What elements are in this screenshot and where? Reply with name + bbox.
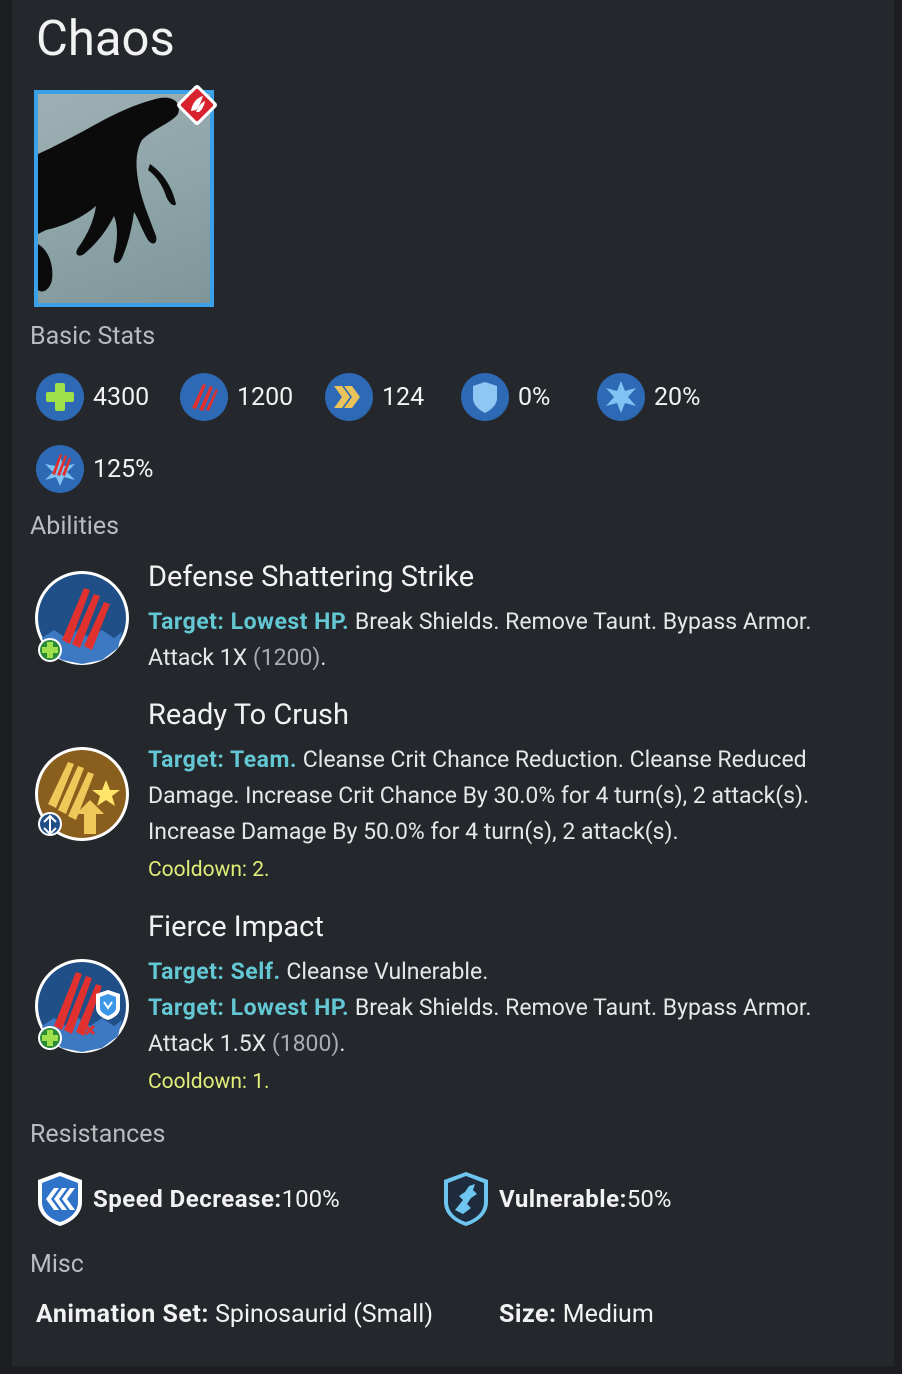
- resistance-value: 100%: [281, 1185, 340, 1213]
- stat-crit-chance: 20%: [596, 371, 700, 423]
- ability-line: Target: Self. Cleanse Vulnerable.: [148, 954, 868, 990]
- stat-speed-value: 124: [382, 382, 425, 412]
- size-value: Medium: [556, 1300, 654, 1329]
- stat-armor-value: 0%: [518, 382, 551, 412]
- creature-title: Chaos: [36, 10, 175, 67]
- resistance-label: Vulnerable:: [499, 1185, 627, 1213]
- ability-description: Target: Lowest HP. Break Shields. Remove…: [148, 604, 868, 676]
- ability-description: Target: Self. Cleanse Vulnerable. Target…: [148, 954, 868, 1062]
- resistance-label: Speed Decrease:: [93, 1185, 282, 1213]
- speed-icon: [325, 373, 373, 421]
- bottom-edge: [0, 1366, 902, 1374]
- animation-set-value: Spinosaurid (Small): [208, 1300, 434, 1329]
- basic-stats-heading: Basic Stats: [30, 322, 156, 351]
- size-label: Size:: [499, 1300, 557, 1329]
- resistance-speed-decrease: Speed Decrease: 100%: [35, 1170, 340, 1228]
- ability-effect-end: .: [339, 1030, 346, 1057]
- armor-icon: [461, 373, 509, 421]
- stat-crit-chance-value: 20%: [654, 382, 701, 412]
- stat-damage: 1200: [179, 371, 293, 423]
- ability-line: Target: Lowest HP. Break Shields. Remove…: [148, 990, 868, 1062]
- misc-heading: Misc: [30, 1250, 84, 1279]
- ability-cooldown: Cooldown: 2.: [148, 858, 270, 882]
- ability-name: Fierce Impact: [148, 910, 324, 944]
- damage-icon: [180, 373, 228, 421]
- stat-health-value: 4300: [93, 382, 150, 412]
- fierce-impact-icon[interactable]: [32, 956, 132, 1056]
- resistances-heading: Resistances: [30, 1120, 166, 1149]
- ability-target: Target: Lowest HP.: [148, 994, 350, 1021]
- ability-description: Target: Team. Cleanse Crit Chance Reduct…: [148, 742, 868, 850]
- ability-name: Defense Shattering Strike: [148, 560, 475, 594]
- ability-effect-text: Cleanse Vulnerable.: [280, 958, 489, 985]
- stat-crit-damage: 125%: [35, 443, 153, 495]
- stat-speed: 124: [324, 371, 424, 423]
- defense-shattering-strike-icon[interactable]: [32, 568, 132, 668]
- resistance-vulnerable: Vulnerable: 50%: [441, 1170, 671, 1228]
- stat-armor: 0%: [460, 371, 550, 423]
- crit-chance-icon: [597, 373, 645, 421]
- ability-damage-value: (1800): [271, 1030, 340, 1057]
- resistance-value: 50%: [626, 1185, 672, 1213]
- ability-name: Ready To Crush: [148, 698, 349, 732]
- stat-crit-damage-value: 125%: [93, 454, 154, 484]
- stat-damage-value: 1200: [237, 382, 294, 412]
- speed-decrease-shield-icon: [38, 1172, 82, 1226]
- ability-target: Target: Team.: [148, 746, 298, 773]
- animation-set-label: Animation Set:: [36, 1300, 209, 1329]
- ready-to-crush-icon[interactable]: [32, 744, 132, 844]
- ability-effect-end: .: [320, 644, 327, 671]
- stat-health: 4300: [35, 371, 149, 423]
- crit-damage-icon: [36, 445, 84, 493]
- ability-damage-value: (1200): [252, 644, 321, 671]
- ability-target: Target: Lowest HP.: [148, 608, 350, 635]
- ability-target: Target: Self.: [148, 958, 281, 985]
- rarity-badge-icon: [177, 85, 217, 125]
- vulnerable-shield-icon: [444, 1172, 488, 1226]
- animation-set: Animation Set: Spinosaurid (Small): [36, 1300, 433, 1329]
- abilities-heading: Abilities: [30, 512, 120, 541]
- ability-cooldown: Cooldown: 1.: [148, 1070, 270, 1094]
- health-icon: [36, 373, 84, 421]
- size: Size: Medium: [499, 1300, 654, 1329]
